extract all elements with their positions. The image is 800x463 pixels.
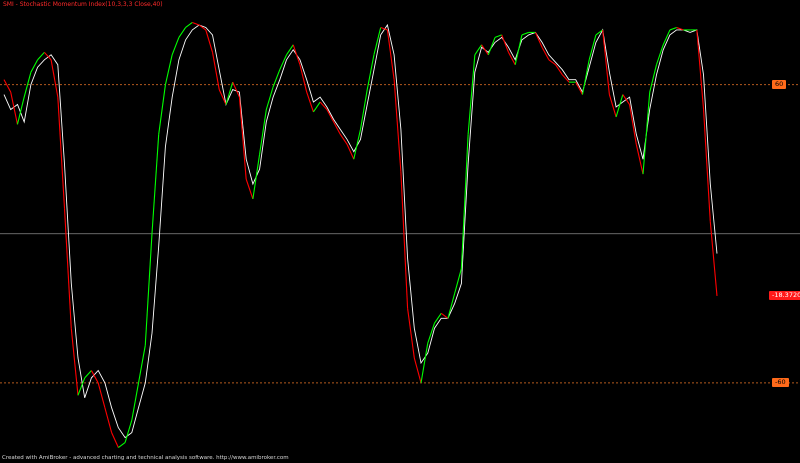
signal-segment (171, 37, 180, 55)
signal-segment (413, 357, 422, 384)
last-value-label: -18.3720 (769, 291, 800, 301)
signal-segment (487, 37, 496, 55)
signal-segment (346, 144, 355, 160)
signal-segment (3, 79, 12, 93)
signal-segment (192, 21, 200, 26)
signal-segment (635, 144, 644, 175)
smi-plot-area (0, 21, 800, 448)
signal-segment (353, 129, 362, 160)
signal-segment (312, 101, 321, 113)
signal-segment (501, 34, 509, 53)
signal-segment (225, 81, 234, 105)
signal-segment (460, 134, 469, 269)
signal-segment (494, 34, 502, 38)
signal-segment (144, 233, 153, 346)
signal-segment (454, 268, 462, 294)
signal-segment (709, 221, 718, 296)
signal-segment (581, 59, 590, 95)
signal-segment (97, 382, 106, 408)
signal-segment (111, 432, 119, 448)
signal-segment (211, 52, 220, 90)
signal-segment (245, 178, 254, 200)
signal-segment (440, 312, 449, 319)
signal-segment (669, 26, 677, 31)
signal-segment (158, 84, 166, 135)
signal-segment (326, 109, 335, 123)
signal-segment (306, 91, 314, 113)
y-label-upper-level: 60 (772, 80, 787, 90)
y-label-lower-level: -60 (772, 378, 789, 388)
signal-segment (151, 134, 160, 234)
signal-segment (514, 34, 523, 65)
signal-segment (534, 32, 543, 48)
signal-segment (50, 59, 59, 98)
signal-segment (265, 86, 274, 110)
signal-segment (292, 44, 301, 65)
signal-segment (185, 22, 193, 28)
signal-segment (286, 44, 294, 56)
signal-segment (386, 29, 395, 80)
signal-segment (137, 345, 146, 383)
signal-segment (481, 44, 489, 56)
chart-title: SMI - Stochastic Momentum Index(10,3,3,3… (3, 1, 163, 8)
signal-segment (521, 31, 529, 36)
signal-segment (629, 104, 637, 145)
signal-segment (420, 343, 429, 383)
signal-segment (642, 92, 651, 175)
signal-segment (339, 134, 348, 145)
signal-segment (238, 97, 247, 180)
signal-segment (118, 442, 126, 448)
signal-segment (252, 154, 261, 200)
footer-credit: Created with AmiBroker - advanced charti… (2, 455, 289, 461)
signal-segment (602, 29, 610, 95)
signal-segment (131, 382, 140, 421)
smi-line (3, 23, 718, 439)
signal-segment (164, 54, 173, 85)
signal-segment (70, 328, 79, 396)
signal-segment (104, 407, 113, 433)
signal-segment (575, 81, 583, 95)
signal-segment (178, 27, 187, 38)
chart-panel[interactable]: SMI - Stochastic Momentum Index(10,3,3,3… (0, 0, 800, 463)
signal-segment (37, 51, 45, 61)
signal-segment (434, 312, 442, 324)
signal-segment (124, 420, 133, 443)
signal-segment (84, 370, 92, 379)
signal-segment (622, 94, 631, 105)
signal-segment (608, 94, 617, 118)
